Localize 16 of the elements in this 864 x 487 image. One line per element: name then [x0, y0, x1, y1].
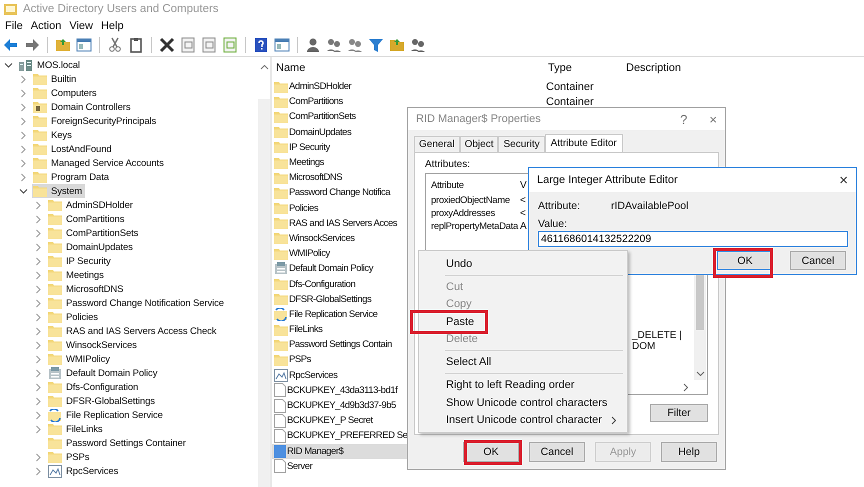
table-cell: <	[520, 195, 526, 206]
value-label: Value:	[538, 218, 568, 230]
attribute-label: Attribute:	[538, 200, 582, 212]
dialog-title: Large Integer Attribute Editor	[537, 174, 679, 186]
table-cell: <	[520, 208, 526, 219]
attributes-label: Attributes:	[425, 159, 472, 170]
table-cell-text: _DELETE | DOM	[632, 330, 683, 352]
table-cell: A	[520, 221, 527, 232]
dialog-title: RID Manager$ Properties	[416, 113, 542, 125]
table-cell-text: replPropertyMetaData	[431, 221, 520, 232]
attribute-name: rIDAvailablePool	[611, 200, 688, 212]
table-cell-text: Container	[545, 96, 595, 108]
window-title: Active Directory Users and Computers	[23, 3, 219, 15]
table-cell-text: Container	[545, 80, 595, 93]
table-cell-text: proxyAddresses	[431, 208, 496, 219]
table-cell-text: proxiedObjectName	[431, 195, 511, 206]
